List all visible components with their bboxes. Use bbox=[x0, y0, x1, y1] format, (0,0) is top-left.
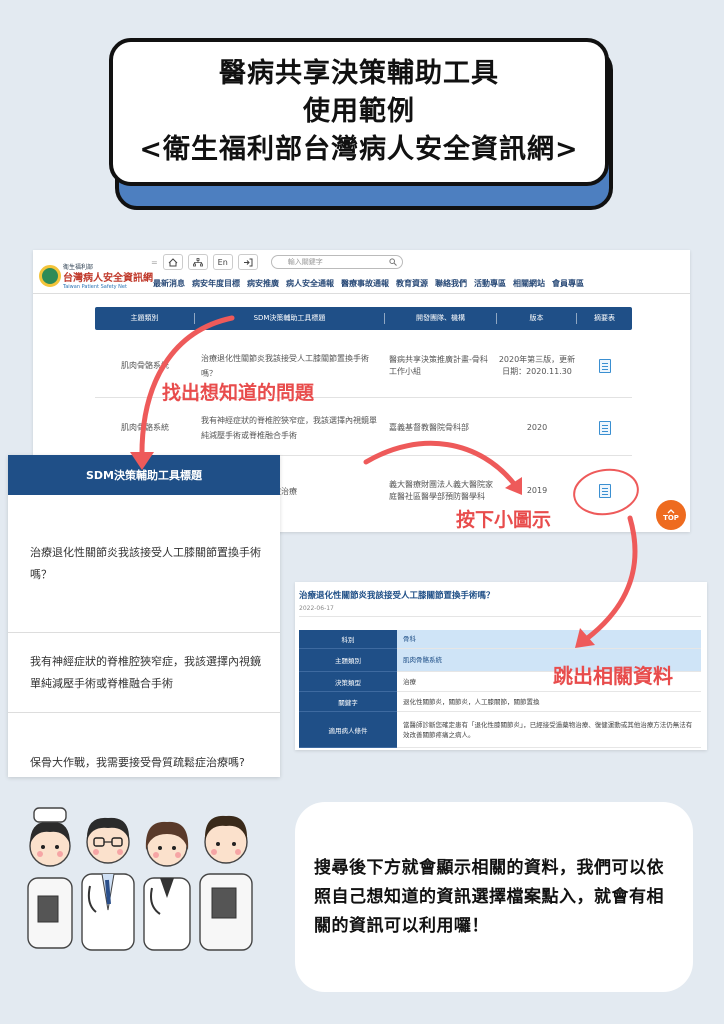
bubble-text: 搜尋後下方就會顯示相關的資料，我們可以依照自己想知道的資訊選擇檔案點入，就會有相… bbox=[314, 857, 664, 936]
arrow-to-detail bbox=[582, 515, 638, 643]
callout-find: 找出想知道的問題 bbox=[162, 382, 315, 404]
arrow-to-icon bbox=[363, 440, 518, 488]
callout-popup: 跳出相關資料 bbox=[553, 664, 673, 688]
medical-staff-illustration bbox=[27, 807, 253, 951]
callout-click: 按下小圖示 bbox=[456, 509, 552, 531]
highlight-circle bbox=[573, 468, 639, 516]
speech-bubble: 搜尋後下方就會顯示相關的資料，我們可以依照自己想知道的資訊選擇檔案點入，就會有相… bbox=[295, 802, 693, 992]
